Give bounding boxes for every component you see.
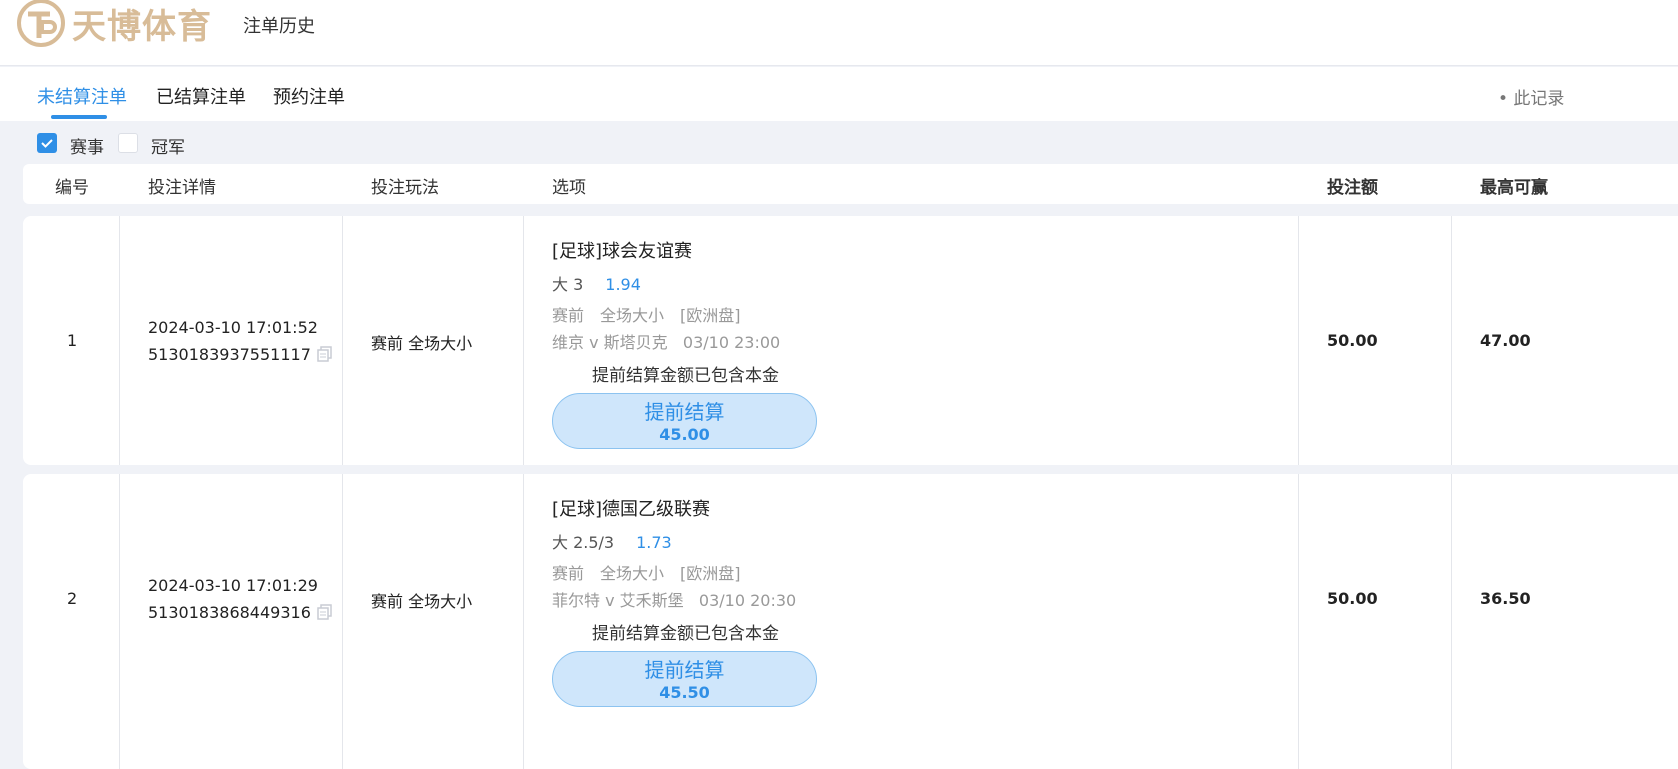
- market-info: 赛前 全场大小 [欧洲盘]: [552, 564, 741, 583]
- selection: 大 2.5/3 1.73: [552, 529, 672, 553]
- max-win-amount: 36.50: [1480, 589, 1531, 608]
- order-id-wrap: 5130183868449316: [148, 603, 333, 624]
- cashout-button[interactable]: 提前结算 45.00: [552, 393, 817, 449]
- header-stake: 投注额: [1327, 178, 1378, 198]
- bet-play-type: 赛前 全场大小: [371, 334, 473, 353]
- cashout-label: 提前结算: [644, 400, 725, 424]
- selection: 大 3 1.94: [552, 271, 641, 295]
- row-number: 2: [67, 589, 78, 608]
- filter-bar: 赛事 冠军: [0, 121, 1678, 165]
- header-no: 编号: [55, 178, 89, 198]
- header-option: 选项: [552, 178, 586, 198]
- filter-event-checkbox[interactable]: [37, 133, 57, 153]
- cashout-amount: 45.50: [659, 683, 710, 702]
- tab-reserved[interactable]: 预约注单: [273, 83, 345, 109]
- table-row: 2 2024-03-10 17:01:29 5130183868449316 赛…: [23, 474, 1678, 769]
- league-name: [足球]德国乙级联赛: [552, 499, 711, 520]
- match-teams: 维京 v 斯塔贝克: [552, 333, 668, 352]
- match-info: 维京 v 斯塔贝克 03/10 23:00: [552, 329, 780, 353]
- match-time: 03/10 20:30: [698, 591, 797, 610]
- cashout-note: 提前结算金额已包含本金: [592, 366, 779, 386]
- selection-text: 大 3: [552, 275, 584, 294]
- stake-amount: 50.00: [1327, 589, 1378, 608]
- logo-emblem-icon: [17, 0, 65, 47]
- page-title: 注单历史: [243, 16, 315, 37]
- market-info: 赛前 全场大小 [欧洲盘]: [552, 306, 741, 325]
- table-row: 1 2024-03-10 17:01:52 5130183937551117 赛…: [23, 216, 1678, 465]
- copy-icon[interactable]: [317, 345, 333, 366]
- filter-event-label[interactable]: 赛事: [70, 133, 104, 158]
- odds-value: 1.73: [636, 533, 672, 552]
- table-header: 编号 投注详情 投注玩法 选项 投注额 最高可赢: [23, 164, 1678, 204]
- header-play: 投注玩法: [371, 178, 439, 198]
- header-maxwin: 最高可赢: [1480, 178, 1548, 198]
- cashout-button[interactable]: 提前结算 45.50: [552, 651, 817, 707]
- top-header: 天博体育 注单历史: [0, 0, 1678, 66]
- selection-text: 大 2.5/3: [552, 533, 615, 552]
- tab-unsettled[interactable]: 未结算注单: [37, 83, 127, 109]
- filter-champion-label[interactable]: 冠军: [151, 133, 185, 158]
- match-teams: 菲尔特 v 艾禾斯堡: [552, 591, 684, 610]
- odds-value: 1.94: [605, 275, 641, 294]
- row-number: 1: [67, 331, 78, 350]
- bet-tabs: 未结算注单 已结算注单 预约注单 • 此记录: [0, 67, 1678, 121]
- tab-settled[interactable]: 已结算注单: [156, 83, 246, 109]
- copy-icon[interactable]: [317, 603, 333, 624]
- cashout-label: 提前结算: [644, 658, 725, 682]
- brand-logo[interactable]: 天博体育: [14, 0, 212, 52]
- logo-text: 天博体育: [72, 6, 212, 47]
- cashout-amount: 45.00: [659, 425, 710, 444]
- order-id: 5130183937551117: [148, 345, 311, 364]
- record-note: • 此记录: [1498, 89, 1565, 109]
- stake-amount: 50.00: [1327, 331, 1378, 350]
- bet-time: 2024-03-10 17:01:29: [148, 576, 318, 595]
- cashout-note: 提前结算金额已包含本金: [592, 624, 779, 644]
- order-id: 5130183868449316: [148, 603, 311, 622]
- match-info: 菲尔特 v 艾禾斯堡 03/10 20:30: [552, 587, 796, 611]
- bet-play-type: 赛前 全场大小: [371, 592, 473, 611]
- order-id-wrap: 5130183937551117: [148, 345, 333, 366]
- active-tab-indicator: [51, 115, 107, 119]
- league-name: [足球]球会友谊赛: [552, 241, 693, 262]
- header-detail: 投注详情: [148, 178, 216, 198]
- bet-time: 2024-03-10 17:01:52: [148, 318, 318, 337]
- match-time: 03/10 23:00: [682, 333, 781, 352]
- filter-champion-checkbox[interactable]: [118, 133, 138, 153]
- max-win-amount: 47.00: [1480, 331, 1531, 350]
- checkmark-icon: [41, 139, 53, 148]
